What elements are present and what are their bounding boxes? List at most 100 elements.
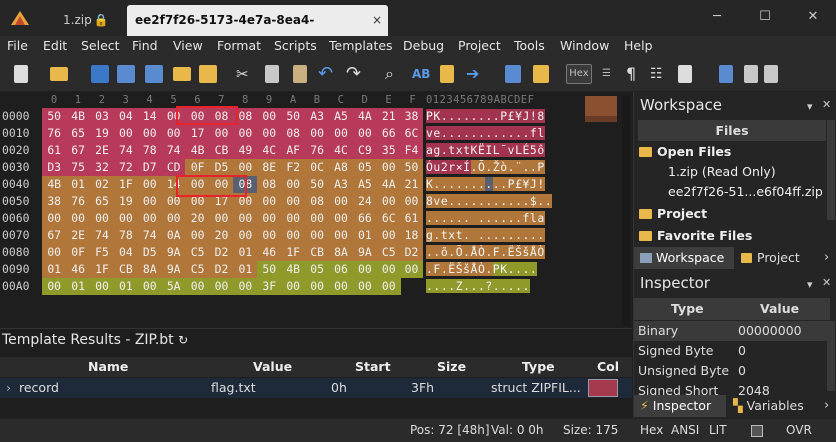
tab-inspector[interactable]: ⚡ Inspector	[634, 395, 726, 417]
hex-byte[interactable]: 00	[376, 227, 401, 244]
hex-row[interactable]: 0070 67 2E 74 78 74 0A 00 20 00 00 00 00 00 01 00 18 g.tx…	[0, 227, 632, 244]
paste-icon[interactable]	[293, 65, 307, 83]
hex-byte[interactable]: 50	[42, 108, 67, 125]
hex-byte[interactable]: 9A	[161, 244, 186, 261]
hex-byte[interactable]: 0C	[304, 159, 330, 176]
save-icon[interactable]	[91, 65, 109, 83]
hex-byte[interactable]: 8E	[257, 159, 282, 176]
hex-byte[interactable]: 61	[42, 142, 67, 159]
hex-byte[interactable]: 20	[209, 227, 234, 244]
hex-row[interactable]: 0060 00 00 00 00 00 00 20 00 00 00 00 00 00 66 6C 61....…	[0, 210, 632, 227]
hex-byte[interactable]: 2E	[65, 227, 91, 244]
cut-icon[interactable]: ✂	[236, 65, 254, 83]
hex-byte[interactable]: 75	[65, 159, 91, 176]
hex-byte[interactable]: F2	[281, 159, 306, 176]
hex-byte[interactable]: 00	[281, 193, 306, 210]
hex-byte[interactable]: 00	[42, 210, 67, 227]
hex-byte[interactable]: 00	[89, 278, 115, 295]
hex-byte[interactable]: 00	[328, 227, 354, 244]
hex-byte[interactable]: 00	[281, 278, 306, 295]
hex-byte[interactable]: A5	[328, 108, 354, 125]
tab-ee2f-zip[interactable]: ee2f7f26-5173-4e7a-8ea4-e4945e6f04ff.zip…	[127, 5, 388, 58]
hex-byte[interactable]: 00	[328, 193, 354, 210]
hex-byte[interactable]: 00	[400, 193, 423, 210]
hex-byte[interactable]: 14	[137, 108, 162, 125]
columns-icon[interactable]: ☷	[650, 65, 668, 83]
ascii-text[interactable]: ag.txtKËIL¯vLÉ5ô	[426, 142, 552, 159]
hex-byte[interactable]: 0F	[65, 244, 91, 261]
hex-byte[interactable]: 00	[376, 261, 401, 278]
hex-byte[interactable]: 66	[352, 210, 378, 227]
hex-byte[interactable]: 00	[376, 193, 401, 210]
replace-icon[interactable]: AB	[412, 65, 430, 83]
hex-byte[interactable]: 04	[113, 108, 139, 125]
minimap[interactable]	[585, 96, 617, 116]
hex-byte[interactable]: 17	[185, 125, 210, 142]
template-icon[interactable]	[505, 65, 521, 83]
hex-row[interactable]: 0010 76 65 19 00 00 00 17 00 00 00 08 00 00 00 66 6C ve..…	[0, 125, 632, 142]
hex-byte[interactable]: 6C	[400, 125, 423, 142]
ascii-text[interactable]: ...... ......fla	[426, 210, 552, 227]
hex-byte[interactable]: A5	[352, 176, 378, 193]
template-row-record[interactable]: › record flag.txt 0h 3Fh struct ZIPFIL..…	[0, 378, 632, 398]
hex-byte[interactable]: 01	[65, 278, 91, 295]
hex-byte[interactable]: 21	[400, 176, 423, 193]
hex-byte[interactable]: CB	[209, 142, 234, 159]
inspector-scrollbar[interactable]	[827, 321, 835, 391]
grid-icon[interactable]	[764, 65, 778, 83]
tab-workspace[interactable]: Workspace	[634, 247, 734, 269]
hex-byte[interactable]: 4B	[42, 176, 67, 193]
hex-byte[interactable]: 00	[89, 210, 115, 227]
hex-row[interactable]: 0050 38 76 65 19 00 00 00 17 00 00 00 08 00 24 00 00 8ve.…	[0, 193, 632, 210]
hex-byte[interactable]: 00	[376, 159, 401, 176]
inspector-row[interactable]: Signed Short 2048	[634, 381, 830, 395]
hex-byte[interactable]: 00	[233, 227, 258, 244]
ascii-text[interactable]: 8ve...........$..	[426, 193, 553, 210]
hex-byte[interactable]: 02	[89, 176, 115, 193]
menu-view[interactable]: View	[173, 38, 203, 53]
save-all-icon[interactable]	[145, 65, 163, 83]
menu-templates[interactable]: Templates	[329, 38, 393, 53]
hex-byte[interactable]: 4B	[185, 142, 210, 159]
hex-byte[interactable]: 01	[233, 261, 258, 278]
ascii-text[interactable]: ..õ.Õ.ÅÒ.F.ËŠšÅÒ	[426, 244, 552, 261]
paragraph-icon[interactable]: ¶	[626, 65, 644, 83]
hex-byte[interactable]: 49	[233, 142, 258, 159]
hex-byte[interactable]: 08	[257, 176, 282, 193]
hex-byte[interactable]: D7	[137, 159, 162, 176]
hex-byte[interactable]: 74	[161, 142, 186, 159]
status-ovr[interactable]: OVR	[786, 423, 812, 437]
hex-row[interactable]: 0020 61 67 2E 74 78 74 4B CB 49 4C AF 76 4C C9 35 F4 ag.t…	[0, 142, 632, 159]
hex-byte[interactable]: 00	[352, 261, 378, 278]
hex-byte[interactable]: 65	[89, 193, 115, 210]
hex-byte[interactable]: AF	[281, 142, 306, 159]
hex-byte[interactable]: D5	[209, 159, 234, 176]
menu-project[interactable]: Project	[458, 38, 501, 53]
hex-byte[interactable]: 04	[113, 244, 139, 261]
hex-editor[interactable]: 0123456789ABCDEF 0123456789ABCDEF 0000 50…	[0, 92, 632, 328]
hex-byte[interactable]: 4A	[352, 108, 378, 125]
hex-byte[interactable]: 46	[257, 244, 282, 261]
hex-byte[interactable]: 00	[233, 159, 258, 176]
hex-byte[interactable]: A3	[328, 176, 354, 193]
menu-debug[interactable]: Debug	[403, 38, 444, 53]
highlight-icon[interactable]	[678, 65, 692, 83]
hex-byte[interactable]: 50	[304, 176, 330, 193]
hex-byte[interactable]: 00	[281, 210, 306, 227]
menu-find[interactable]: Find	[132, 38, 158, 53]
new-file-icon[interactable]	[14, 65, 28, 83]
hex-byte[interactable]: 00	[281, 227, 306, 244]
maximize-button[interactable]: ☐	[750, 6, 780, 28]
hex-byte[interactable]: 00	[185, 227, 210, 244]
hex-byte[interactable]: 00	[304, 210, 330, 227]
open-file-1zip[interactable]: 1.zip (Read Only)	[668, 164, 776, 179]
inspector-col-value[interactable]: Value	[760, 301, 799, 316]
save-as-icon[interactable]	[117, 65, 135, 83]
hex-byte[interactable]: 65	[65, 125, 91, 142]
hex-byte[interactable]: 1F	[113, 176, 139, 193]
menu-format[interactable]: Format	[217, 38, 261, 53]
hex-byte[interactable]: 01	[65, 176, 91, 193]
hex-byte[interactable]: 0A	[161, 227, 186, 244]
hex-byte[interactable]: 08	[281, 125, 306, 142]
refresh-icon[interactable]: ↻	[178, 333, 188, 347]
